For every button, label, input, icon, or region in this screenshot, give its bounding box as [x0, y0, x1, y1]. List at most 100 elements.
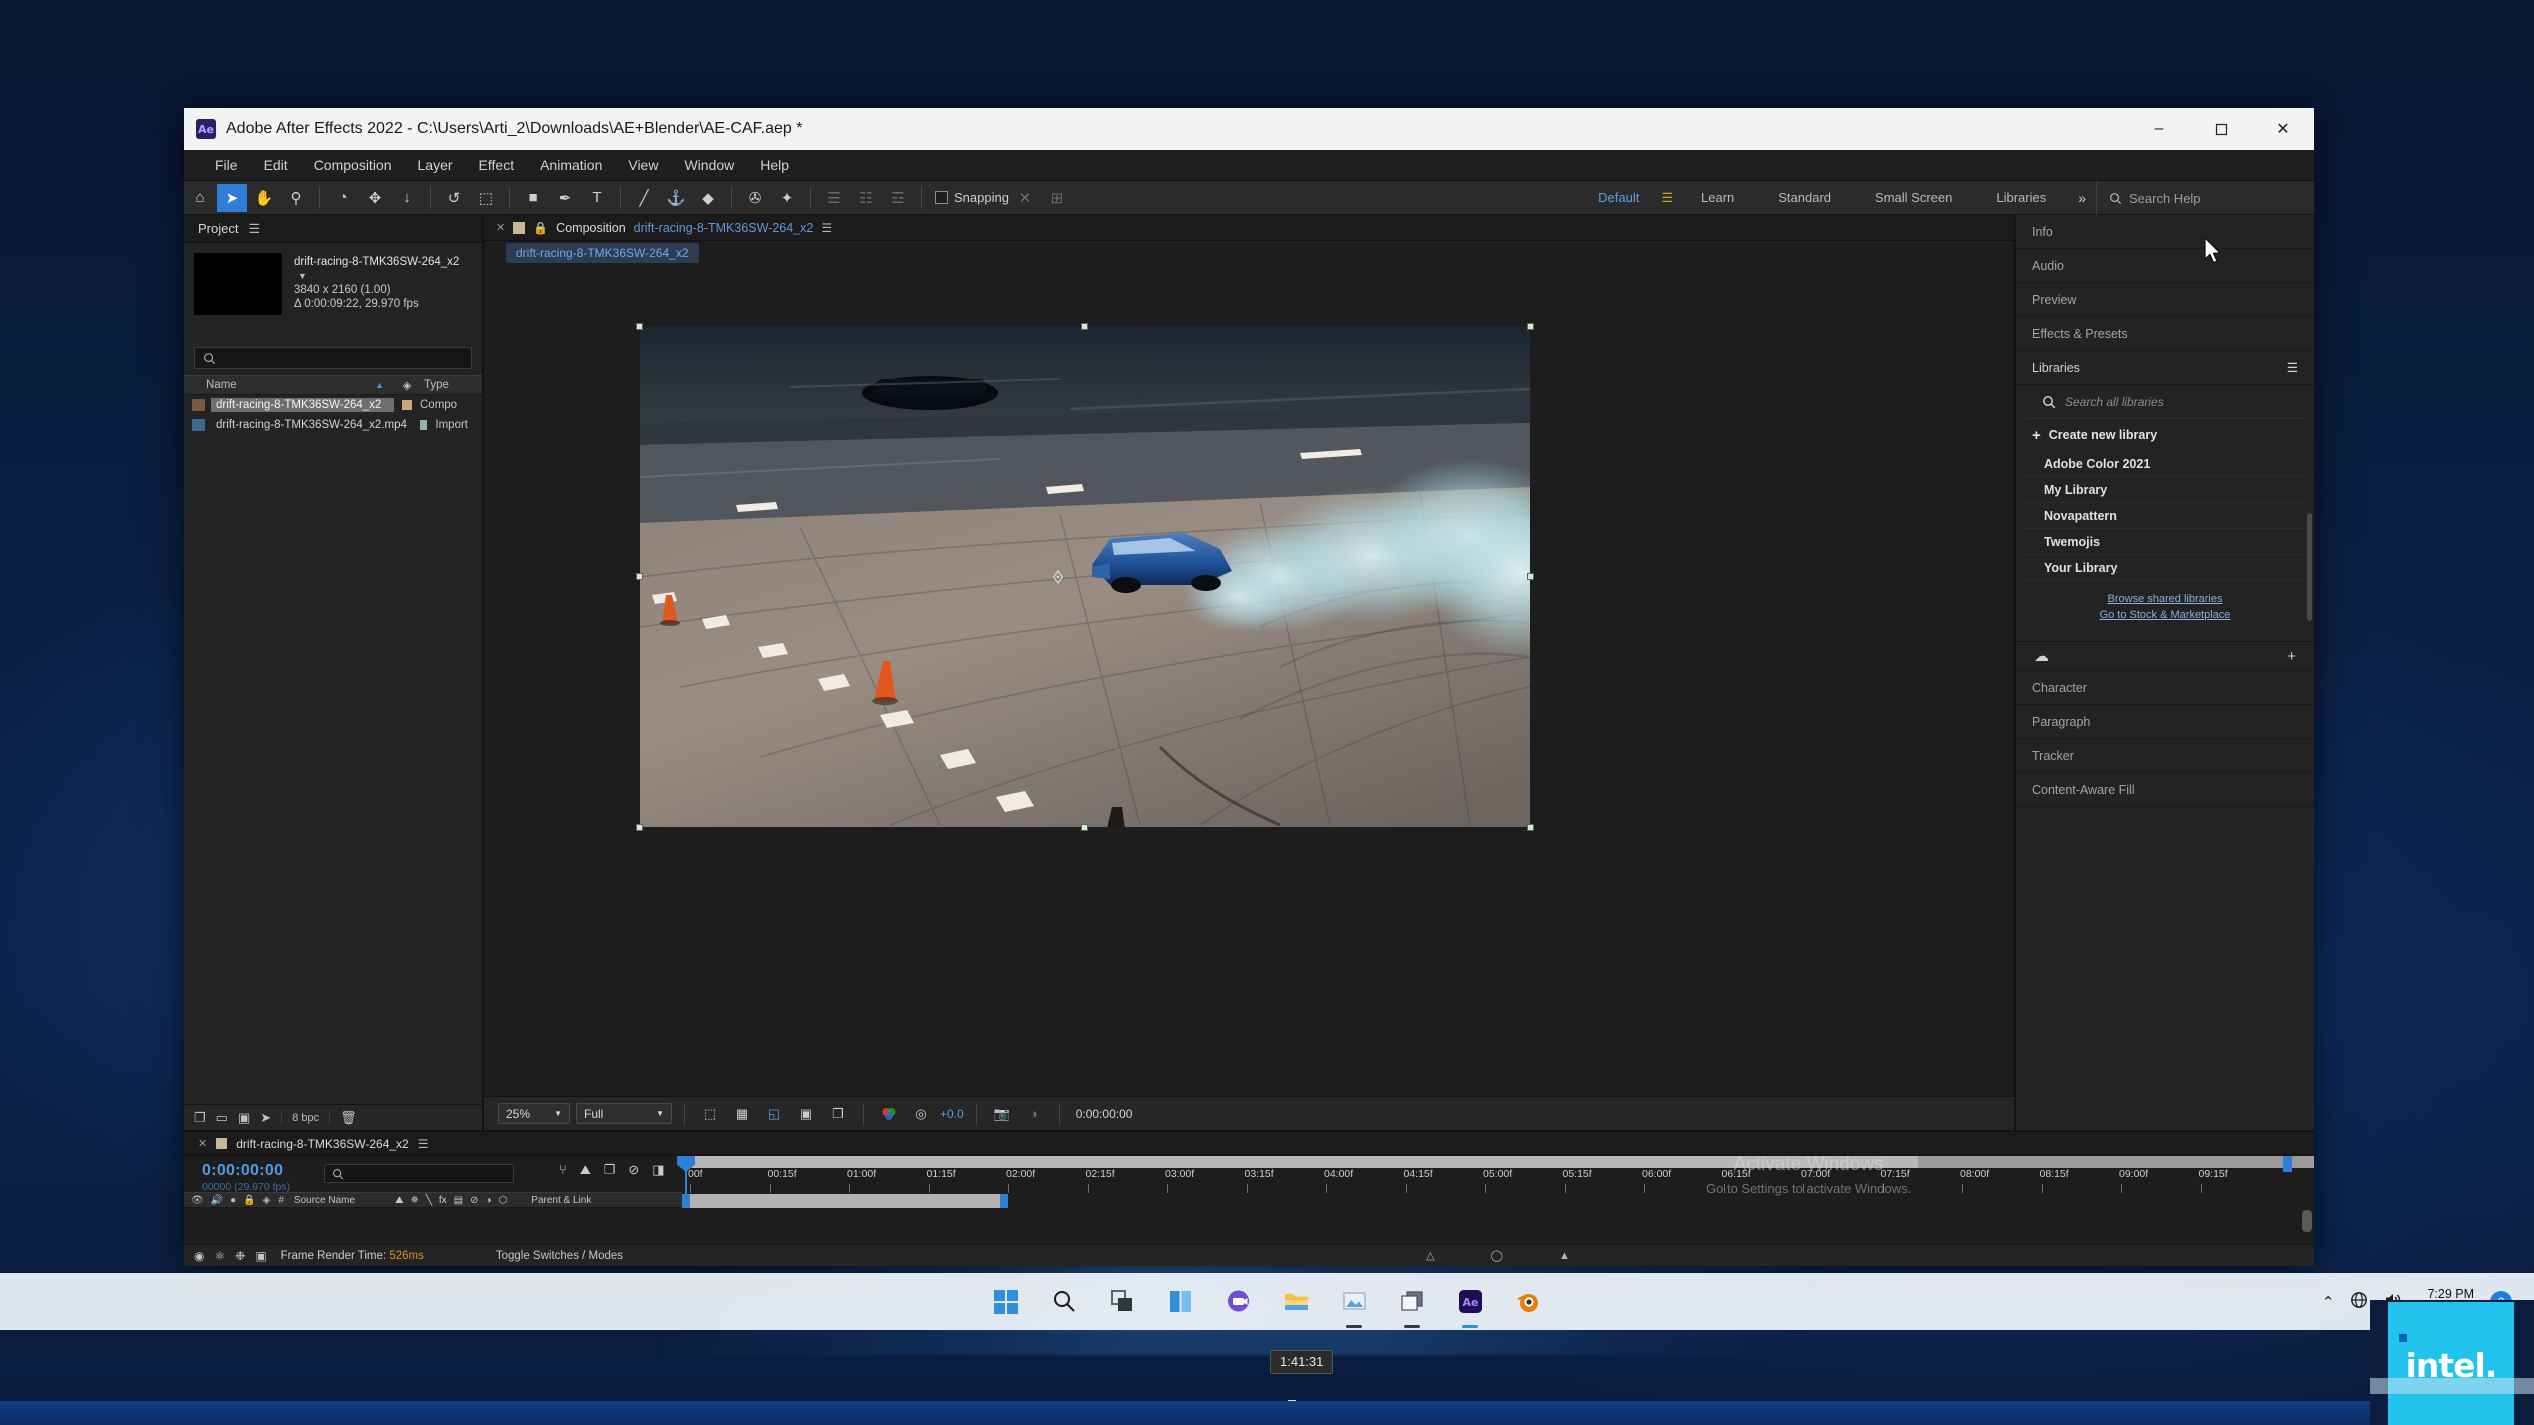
hide-shy-layers-icon[interactable]: ❐ — [604, 1162, 616, 1178]
panel-tracker[interactable]: Tracker — [2016, 739, 2314, 773]
create-new-library-button[interactable]: + Create new library — [2016, 419, 2314, 451]
library-item-your-library[interactable]: Your Library — [2022, 555, 2308, 581]
toggle-transparency-grid-icon[interactable]: ⬚ — [697, 1103, 723, 1125]
align-right-icon[interactable]: ☲ — [883, 184, 913, 212]
panel-paragraph[interactable]: Paragraph — [2016, 705, 2314, 739]
menu-effect[interactable]: Effect — [466, 150, 528, 180]
audio-mute-icon[interactable]: 🔊 — [211, 1195, 223, 1206]
libraries-scrollbar[interactable] — [2307, 513, 2312, 621]
menu-layer[interactable]: Layer — [405, 150, 466, 180]
exposure-value[interactable]: +0.0 — [940, 1107, 964, 1121]
network-icon[interactable] — [2350, 1291, 2368, 1313]
label-swatch[interactable] — [419, 420, 428, 430]
panel-libraries[interactable]: Libraries ☰ — [2016, 351, 2314, 385]
adjustment-layer-icon[interactable]: ◑ — [486, 1195, 492, 1206]
workspace-default[interactable]: Default — [1576, 181, 1661, 215]
panel-character[interactable]: Character — [2016, 671, 2314, 705]
zoom-in-timeline-icon[interactable]: ▲ — [1559, 1250, 1570, 1262]
timeline-end-marker[interactable] — [2283, 1156, 2292, 1172]
rotation-tool-icon[interactable]: ↺ — [439, 184, 469, 212]
zoom-tool-icon[interactable]: ⚲ — [281, 184, 311, 212]
video-visibility-icon[interactable]: 👁 — [191, 1195, 204, 1206]
take-snapshot-icon[interactable]: 📷 — [989, 1103, 1015, 1125]
snap-vertex-icon[interactable]: ✕ — [1010, 184, 1040, 212]
chevron-down-icon[interactable]: ▼ — [298, 271, 307, 281]
brush-tool-icon[interactable]: ╱ — [629, 184, 659, 212]
project-panel-menu-icon[interactable]: ☰ — [248, 221, 260, 237]
work-area-end-handle[interactable] — [1000, 1194, 1008, 1208]
panel-content-aware-fill[interactable]: Content-Aware Fill — [2016, 773, 2314, 807]
photos-icon[interactable] — [1333, 1281, 1375, 1328]
teams-chat-icon[interactable] — [1217, 1281, 1259, 1323]
menu-file[interactable]: File — [202, 150, 251, 180]
home-icon[interactable]: ⌂ — [185, 184, 215, 212]
zoom-level-select[interactable]: 25% ▼ — [498, 1103, 570, 1124]
menu-animation[interactable]: Animation — [527, 150, 615, 180]
orbit-tool-icon[interactable]: ◔ — [328, 184, 358, 212]
playhead[interactable] — [677, 1156, 695, 1208]
3d-layer-icon[interactable]: ⬡ — [499, 1195, 508, 1206]
timeline-search-input[interactable] — [324, 1164, 514, 1183]
region-of-interest-icon[interactable]: ▣ — [793, 1103, 819, 1125]
windows-app-icon[interactable] — [1391, 1281, 1433, 1328]
selection-handle-br[interactable] — [1527, 824, 1534, 831]
workspace-menu-icon[interactable]: ☰ — [1661, 190, 1679, 206]
panel-info[interactable]: Info — [2016, 215, 2314, 249]
toggle-switches-modes-label[interactable]: Toggle Switches / Modes — [496, 1250, 623, 1262]
menu-window[interactable]: Window — [671, 150, 747, 180]
toggle-mask-paths-icon[interactable]: ▦ — [729, 1103, 755, 1125]
selection-handle-tl[interactable] — [636, 323, 643, 330]
go-to-stock-marketplace-link[interactable]: Go to Stock & Marketplace — [2032, 607, 2298, 623]
shy-icon[interactable]: ⛰ — [395, 1195, 403, 1206]
menu-composition[interactable]: Composition — [301, 150, 405, 180]
composition-viewer[interactable] — [484, 265, 2014, 1096]
label-swatch[interactable] — [402, 400, 412, 410]
libraries-search-input[interactable]: Search all libraries — [2026, 385, 2304, 419]
selection-handle-ml[interactable] — [636, 573, 643, 580]
column-header-name[interactable]: Name — [184, 379, 375, 391]
close-tab-icon[interactable]: ✕ — [198, 1137, 207, 1150]
timeline-vertical-scrollbar[interactable] — [2302, 1210, 2312, 1232]
region-of-interest-icon[interactable]: ⬚ — [471, 184, 501, 212]
workspace-overflow-icon[interactable]: » — [2068, 190, 2096, 206]
panel-effects-presets[interactable]: Effects & Presets — [2016, 317, 2314, 351]
timeline-panel-menu-icon[interactable]: ☰ — [418, 1137, 429, 1151]
dolly-tool-icon[interactable]: ↓ — [392, 184, 422, 212]
composition-tab-name[interactable]: drift-racing-8-TMK36SW-264_x2 — [634, 221, 814, 235]
snapping-checkbox[interactable] — [935, 191, 948, 204]
library-item-adobe-color[interactable]: Adobe Color 2021 — [2022, 451, 2308, 477]
composition-canvas[interactable] — [636, 323, 1534, 831]
motion-blur-icon[interactable]: ◨ — [652, 1162, 664, 1178]
timeline-current-time[interactable]: 0:00:00:00 00000 (29.970 fps) — [202, 1162, 290, 1193]
current-timecode[interactable]: 0:00:00:00 — [202, 1162, 290, 1180]
close-button[interactable]: ✕ — [2252, 108, 2314, 150]
channel-rgb-icon[interactable] — [876, 1103, 902, 1125]
snapping-toggle[interactable]: Snapping — [935, 190, 1009, 205]
draft-3d-icon[interactable]: ⛰ — [580, 1162, 591, 1178]
show-snapshot-icon[interactable]: ◑ — [1021, 1103, 1047, 1125]
selection-handle-tr[interactable] — [1527, 323, 1534, 330]
solo-icon[interactable]: ● — [230, 1195, 236, 1206]
panel-preview[interactable]: Preview — [2016, 283, 2314, 317]
lock-icon[interactable]: 🔒 — [533, 221, 548, 235]
selection-handle-mr[interactable] — [1527, 573, 1534, 580]
graph-editor-icon[interactable]: ▣ — [255, 1249, 266, 1263]
toggle-switches-modes-icon[interactable]: ◉ — [194, 1249, 204, 1263]
cloud-sync-icon[interactable]: ☁ — [2034, 647, 2049, 665]
timeline-tab-name[interactable]: drift-racing-8-TMK36SW-264_x2 — [236, 1137, 409, 1151]
blender-taskbar-icon[interactable] — [1507, 1281, 1549, 1323]
zoom-out-timeline-icon[interactable]: △ — [1426, 1249, 1434, 1262]
column-header-type[interactable]: Type — [420, 379, 482, 391]
snap-grid-icon[interactable]: ⊞ — [1042, 184, 1072, 212]
timeline-track-area[interactable]: 00f 00:15f 01:00f 01:15f 02:00f 02:15f 03:00f 0… — [677, 1154, 2314, 1266]
search-help-field[interactable]: Search Help — [2096, 181, 2314, 215]
selection-handle-bl[interactable] — [636, 824, 643, 831]
roto-brush-tool-icon[interactable]: ✇ — [740, 184, 770, 212]
task-view-icon[interactable] — [1101, 1281, 1143, 1323]
new-comp-icon[interactable]: ❐ — [194, 1110, 206, 1126]
project-search-input[interactable] — [194, 347, 472, 369]
project-row-footage[interactable]: drift-racing-8-TMK36SW-264_x2.mp4 Import — [184, 415, 482, 435]
selection-handle-tc[interactable] — [1081, 323, 1088, 330]
bit-depth-label[interactable]: 8 bpc — [281, 1111, 331, 1124]
minimize-button[interactable]: – — [2128, 108, 2190, 150]
